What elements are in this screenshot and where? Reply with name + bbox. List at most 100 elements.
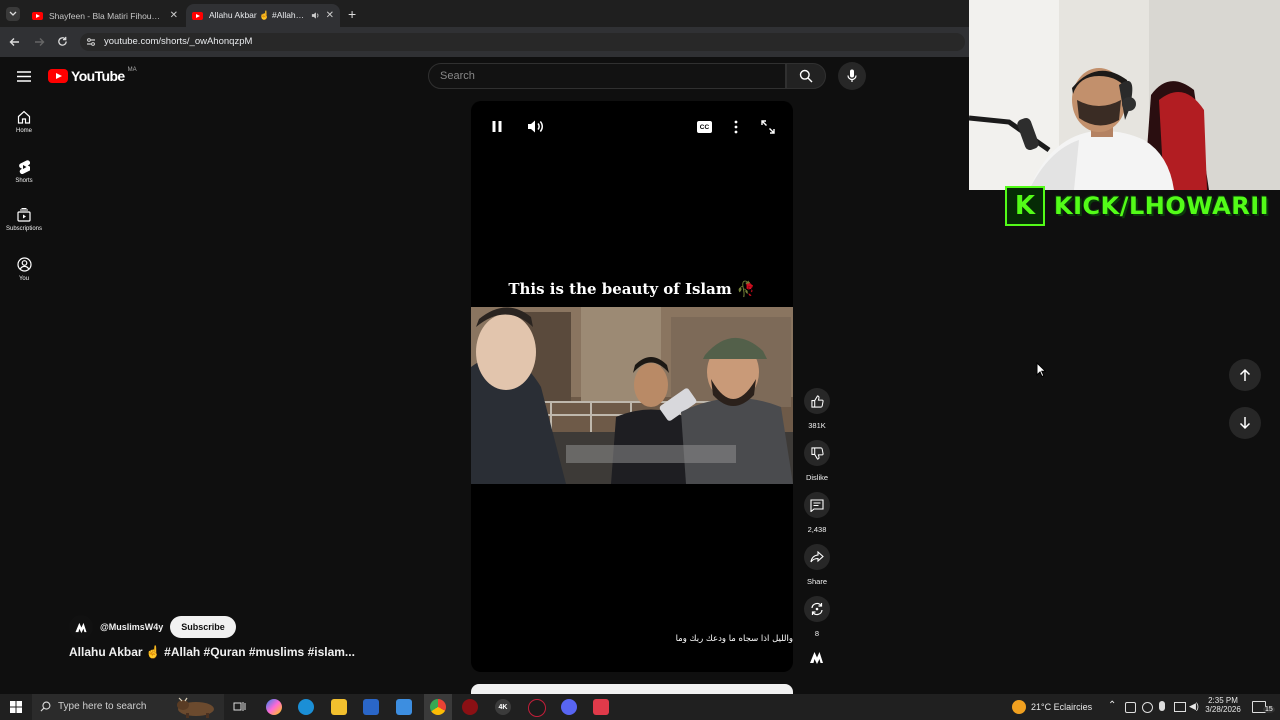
chevron-down-icon: [9, 11, 17, 16]
remix-icon: [811, 602, 823, 616]
arrow-up-icon: [1239, 368, 1251, 381]
close-tab-icon[interactable]: ✕: [326, 10, 334, 21]
dislike-label: Dislike: [805, 473, 829, 482]
channel-avatar-small-icon[interactable]: [809, 651, 824, 664]
taskbar-search-placeholder: Type here to search: [58, 701, 147, 712]
discord-icon[interactable]: [561, 699, 577, 715]
fullscreen-icon[interactable]: [761, 120, 775, 134]
taskbar-search-icon: [40, 701, 51, 712]
weather-icon[interactable]: [1012, 700, 1026, 714]
sidebar-item-label: You: [18, 276, 30, 282]
sidebar-item-you[interactable]: You: [0, 257, 48, 282]
mail-icon[interactable]: [396, 699, 412, 715]
video-frame-image: [471, 307, 793, 484]
search-highlight-image: [177, 697, 214, 718]
clock[interactable]: 2:35 PM 3/28/2026: [1204, 696, 1242, 714]
back-arrow-icon[interactable]: [9, 37, 20, 47]
remix-button[interactable]: [804, 596, 830, 622]
clock-date: 3/28/2026: [1205, 705, 1241, 714]
kick-logo-letter: K: [1014, 191, 1036, 221]
volume-icon[interactable]: [527, 119, 544, 134]
channel-handle[interactable]: @MuslimsW4y: [100, 622, 163, 632]
tray-app-icon[interactable]: [1125, 702, 1136, 713]
short-title[interactable]: Allahu Akbar ☝️ #Allah #Quran #muslims #…: [69, 645, 355, 659]
notification-count: 15: [1263, 706, 1275, 713]
clock-time: 2:35 PM: [1208, 696, 1238, 705]
new-tab-button[interactable]: +: [348, 6, 356, 22]
4k-downloader-icon[interactable]: 4K: [495, 699, 511, 715]
show-hidden-icons-icon[interactable]: ⌃: [1108, 700, 1116, 711]
windows-start-icon[interactable]: [10, 701, 22, 713]
edge-browser-icon[interactable]: [298, 699, 314, 715]
youtube-favicon-icon: [192, 11, 203, 20]
subscribe-button[interactable]: Subscribe: [170, 616, 236, 638]
network-icon[interactable]: [1174, 702, 1186, 712]
file-explorer-icon[interactable]: [331, 699, 347, 715]
channel-avatar[interactable]: [69, 615, 93, 639]
share-button[interactable]: [804, 544, 830, 570]
captions-button[interactable]: CC: [697, 121, 712, 133]
country-code: MA: [127, 67, 137, 73]
like-button[interactable]: [804, 388, 830, 414]
site-info-icon[interactable]: [86, 37, 96, 47]
pause-icon[interactable]: [491, 120, 503, 133]
speaker-icon[interactable]: [311, 11, 320, 20]
media-app-icon[interactable]: [528, 699, 546, 717]
tab-list-button[interactable]: [6, 7, 20, 21]
webcam-overlay-image: [969, 0, 1280, 190]
you-icon: [16, 257, 32, 272]
search-placeholder: Search: [440, 70, 475, 82]
chrome-icon[interactable]: [430, 699, 446, 715]
task-view-icon[interactable]: [233, 700, 246, 713]
channel-logo-icon: [75, 622, 87, 633]
microsoft-store-icon[interactable]: [363, 699, 379, 715]
like-count: 381K: [808, 421, 826, 430]
kick-channel-text: KICK/LHOWARII: [1054, 192, 1270, 220]
arabic-subtitle: والليل اذا سجاه ما ودعك ربك وما: [675, 634, 793, 644]
kick-logo-icon: K: [1005, 186, 1045, 226]
youtube-favicon-icon: [32, 11, 43, 20]
search-input[interactable]: [428, 63, 786, 89]
channel-row: @MuslimsW4y Subscribe: [69, 615, 236, 639]
tray-microphone-icon[interactable]: [1159, 701, 1165, 711]
menu-icon[interactable]: [17, 71, 31, 82]
sidebar-item-shorts[interactable]: Shorts: [0, 159, 48, 184]
tab-shayfeen[interactable]: Shayfeen - Bla Matiri Fihoum (I... ✕: [26, 4, 184, 27]
shorts-icon: [19, 160, 30, 174]
comment-icon: [810, 498, 824, 512]
more-options-icon[interactable]: [734, 120, 738, 134]
search-icon: [799, 69, 813, 83]
tray-sync-icon[interactable]: [1142, 702, 1153, 713]
copilot-icon[interactable]: [266, 699, 282, 715]
volume-tray-icon[interactable]: ◀): [1189, 701, 1199, 712]
remix-count: 8: [814, 629, 820, 638]
video-caption-text: This is the beauty of Islam 🥀: [508, 280, 756, 298]
subscriptions-icon: [17, 208, 31, 222]
tab-title: Allahu Akbar ☝️ #Allah #Qu...: [209, 10, 305, 20]
sidebar-item-subscriptions[interactable]: Subscriptions: [0, 208, 48, 232]
mouse-cursor-icon: [1036, 362, 1046, 377]
forward-arrow-icon[interactable]: [34, 37, 45, 47]
next-short-button[interactable]: [1229, 407, 1261, 439]
share-icon: [810, 551, 824, 563]
sidebar-item-label: Shorts: [15, 178, 33, 184]
capcut-icon[interactable]: [593, 699, 609, 715]
comments-button[interactable]: [804, 492, 830, 518]
kick-channel-banner: K KICK/LHOWARII: [1005, 186, 1269, 226]
comment-count: 2,438: [807, 525, 827, 534]
recording-app-icon[interactable]: [462, 699, 478, 715]
weather-text[interactable]: 21°C Eclaircies: [1031, 702, 1092, 712]
arrow-down-icon: [1239, 417, 1251, 430]
search-button[interactable]: [786, 63, 826, 89]
youtube-logo[interactable]: YouTube MA: [48, 67, 137, 84]
tab-allahu-akbar[interactable]: Allahu Akbar ☝️ #Allah #Qu... ✕: [186, 4, 340, 27]
youtube-play-logo-icon: [48, 69, 68, 83]
sidebar-item-home[interactable]: Home: [0, 110, 48, 134]
reload-icon[interactable]: [57, 36, 68, 47]
url-text[interactable]: youtube.com/shorts/_owAhonqzpM: [104, 36, 252, 47]
voice-search-button[interactable]: [838, 62, 866, 90]
previous-short-button[interactable]: [1229, 359, 1261, 391]
close-tab-icon[interactable]: ✕: [170, 10, 178, 21]
dislike-button[interactable]: [804, 440, 830, 466]
next-short-preview[interactable]: [471, 684, 793, 694]
